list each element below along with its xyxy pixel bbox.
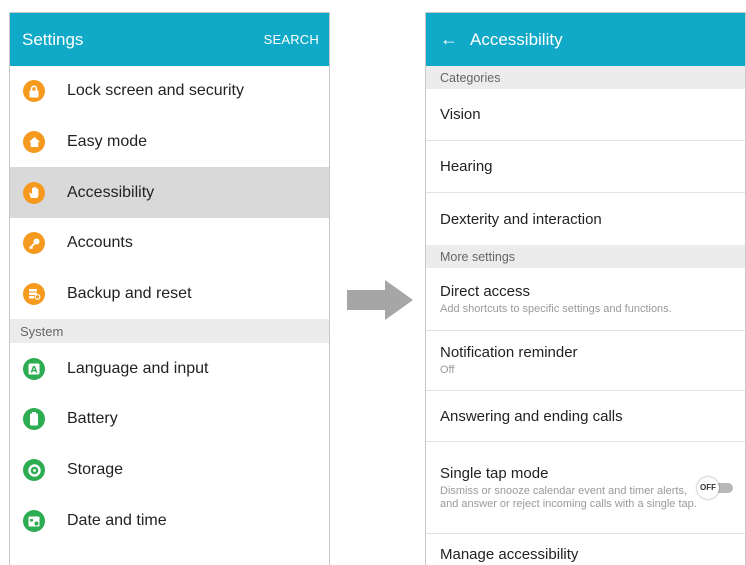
setting-item-direct-access[interactable]: Direct access Add shortcuts to specific …: [426, 268, 745, 331]
search-button[interactable]: SEARCH: [264, 32, 319, 47]
setting-text: Single tap mode Dismiss or snooze calend…: [440, 465, 697, 511]
settings-item-accounts[interactable]: Accounts: [10, 218, 329, 269]
setting-label: Direct access: [440, 282, 531, 300]
section-header-system: System: [10, 319, 329, 344]
settings-item-label: Backup and reset: [67, 285, 192, 303]
home-icon: [23, 131, 45, 154]
settings-item-label: Battery: [67, 410, 118, 428]
settings-item-label: Storage: [67, 461, 124, 479]
single-tap-toggle[interactable]: OFF: [697, 476, 733, 499]
settings-item-accessibility[interactable]: Accessibility: [10, 167, 329, 219]
key-icon: [23, 232, 45, 255]
arrow-right-icon: [347, 280, 413, 320]
settings-item-label: Language and input: [67, 359, 209, 377]
section-header-more-settings: More settings: [426, 245, 745, 268]
setting-item-manage-accessibility[interactable]: Manage accessibility: [426, 534, 745, 565]
category-item-vision[interactable]: Vision: [426, 89, 745, 141]
settings-item-backup[interactable]: Backup and reset: [10, 269, 329, 320]
settings-item-label: Date and time: [67, 511, 167, 529]
setting-label: Notification reminder: [440, 344, 578, 361]
settings-item-date-time[interactable]: Date and time: [10, 496, 329, 547]
section-header-categories: Categories: [426, 66, 745, 89]
accessibility-title: Accessibility: [470, 29, 563, 49]
backup-icon: [23, 283, 45, 306]
setting-description: Dismiss or snooze calendar event and tim…: [440, 484, 697, 510]
setting-item-notification-reminder[interactable]: Notification reminder Off: [426, 331, 745, 391]
lock-icon: [23, 80, 45, 103]
setting-label: Manage accessibility: [440, 546, 579, 563]
setting-status: Off: [440, 364, 455, 376]
setting-description: Add shortcuts to specific settings and f…: [440, 302, 672, 315]
hand-icon: [23, 181, 45, 204]
calendar-icon: [23, 509, 45, 532]
category-label: Hearing: [440, 158, 493, 175]
settings-item-label: Lock screen and security: [67, 82, 244, 100]
settings-item-battery[interactable]: Battery: [10, 394, 329, 445]
settings-item-label: Easy mode: [67, 133, 148, 151]
setting-label: Answering and ending calls: [440, 407, 623, 425]
setting-item-answering-calls[interactable]: Answering and ending calls: [426, 391, 745, 442]
category-item-dexterity[interactable]: Dexterity and interaction: [426, 193, 745, 245]
settings-item-language[interactable]: A Language and input: [10, 343, 329, 394]
setting-item-single-tap-mode[interactable]: Single tap mode Dismiss or snooze calend…: [426, 442, 745, 534]
setting-label: Single tap mode: [440, 464, 549, 482]
settings-item-label: Accounts: [67, 234, 133, 252]
battery-icon: [23, 408, 45, 431]
settings-panel: Settings SEARCH Lock screen and security…: [9, 12, 330, 565]
settings-item-label: Accessibility: [67, 183, 155, 201]
settings-item-lock-screen[interactable]: Lock screen and security: [10, 66, 329, 117]
settings-title: Settings: [22, 29, 84, 49]
toggle-knob: OFF: [697, 476, 719, 499]
settings-header: Settings SEARCH: [10, 13, 329, 66]
category-label: Vision: [440, 106, 481, 123]
category-label: Dexterity and interaction: [440, 210, 602, 228]
back-arrow-icon[interactable]: ←: [440, 29, 458, 50]
language-icon: A: [23, 357, 45, 380]
settings-item-easy-mode[interactable]: Easy mode: [10, 117, 329, 168]
accessibility-panel: ← Accessibility Categories Vision Hearin…: [425, 12, 746, 565]
storage-icon: [23, 459, 45, 482]
settings-item-storage[interactable]: Storage: [10, 445, 329, 496]
svg-text:A: A: [31, 365, 38, 375]
category-item-hearing[interactable]: Hearing: [426, 141, 745, 193]
accessibility-header: ← Accessibility: [426, 13, 745, 66]
